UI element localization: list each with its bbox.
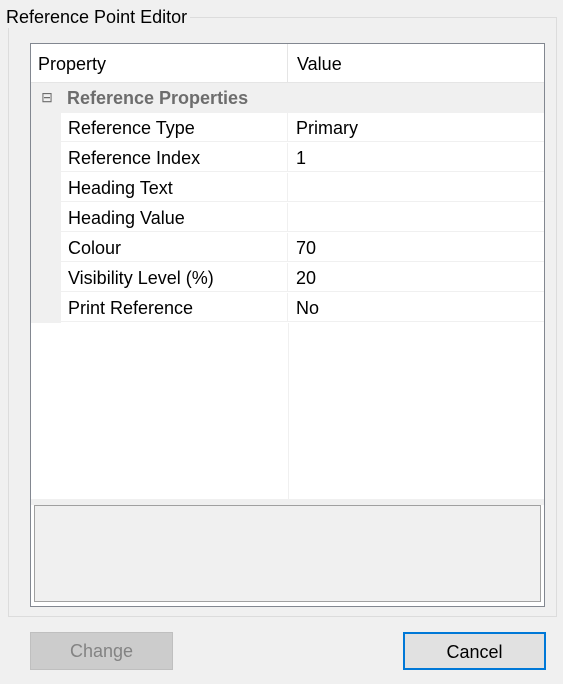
row-margin bbox=[31, 263, 61, 293]
column-header-value[interactable]: Value bbox=[289, 44, 544, 82]
property-name: Print Reference bbox=[61, 293, 288, 322]
property-grid[interactable]: Property Value ⊟ Reference Properties Re… bbox=[30, 43, 545, 607]
property-name: Heading Text bbox=[61, 173, 288, 202]
property-row-visibility-level[interactable]: Visibility Level (%) 20 bbox=[31, 263, 544, 293]
property-value[interactable]: 70 bbox=[288, 233, 544, 262]
row-margin bbox=[31, 233, 61, 263]
change-button: Change bbox=[30, 632, 173, 670]
group-title: Reference Point Editor bbox=[4, 6, 191, 28]
property-value[interactable]: 20 bbox=[288, 263, 544, 292]
collapse-icon[interactable]: ⊟ bbox=[41, 90, 53, 104]
column-divider bbox=[288, 323, 289, 499]
row-margin bbox=[31, 293, 61, 323]
property-row-heading-value[interactable]: Heading Value bbox=[31, 203, 544, 233]
row-margin bbox=[31, 113, 61, 143]
row-margin bbox=[31, 143, 61, 173]
property-row-reference-type[interactable]: Reference Type Primary bbox=[31, 113, 544, 143]
property-name: Colour bbox=[61, 233, 288, 262]
column-header-property[interactable]: Property bbox=[31, 44, 288, 82]
row-margin bbox=[31, 203, 61, 233]
description-pane bbox=[34, 505, 541, 602]
property-row-heading-text[interactable]: Heading Text bbox=[31, 173, 544, 203]
property-value[interactable] bbox=[288, 203, 544, 232]
cancel-button[interactable]: Cancel bbox=[403, 632, 546, 670]
property-row-print-reference[interactable]: Print Reference No bbox=[31, 293, 544, 323]
property-row-colour[interactable]: Colour 70 bbox=[31, 233, 544, 263]
category-label: Reference Properties bbox=[67, 88, 249, 108]
property-name: Reference Index bbox=[61, 143, 288, 172]
property-name: Heading Value bbox=[61, 203, 288, 232]
row-margin bbox=[31, 173, 61, 203]
property-row-reference-index[interactable]: Reference Index 1 bbox=[31, 143, 544, 173]
property-value[interactable]: 1 bbox=[288, 143, 544, 172]
category-row-reference-properties[interactable]: ⊟ Reference Properties bbox=[31, 83, 544, 113]
property-name: Visibility Level (%) bbox=[61, 263, 288, 292]
grid-header: Property Value bbox=[31, 44, 544, 83]
property-name: Reference Type bbox=[61, 113, 288, 142]
property-value[interactable]: No bbox=[288, 293, 544, 322]
property-value[interactable] bbox=[288, 173, 544, 202]
property-rows: ⊟ Reference Properties Reference Type Pr… bbox=[31, 83, 544, 323]
property-value[interactable]: Primary bbox=[288, 113, 544, 142]
